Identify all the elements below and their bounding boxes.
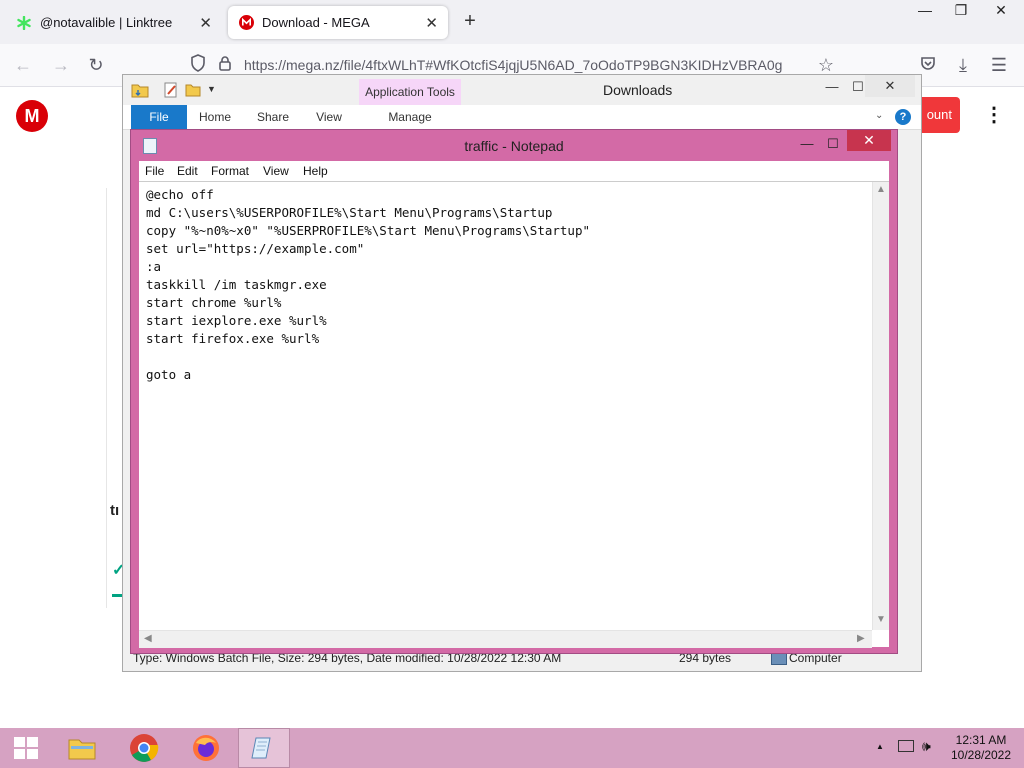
notepad-app-icon (251, 737, 271, 759)
notepad-content[interactable]: @echo off md C:\users\%USERPOROFILE%\Sta… (146, 186, 590, 384)
restore-icon[interactable]: ❐ (944, 0, 978, 20)
new-folder-icon[interactable] (185, 82, 201, 98)
linktree-icon (16, 15, 32, 31)
ribbon-tab-manage[interactable]: Manage (377, 105, 443, 129)
browser-tab-bar: @notavalible | Linktree ✕ Download - MEG… (0, 0, 1024, 44)
notepad-maximize-icon[interactable]: ☐ (819, 134, 847, 154)
address-bar-url[interactable]: https://mega.nz/file/4ftxWLhT#WfKOtcfiS4… (244, 57, 782, 73)
firefox-icon (193, 735, 219, 761)
tab-title: @notavalible | Linktree (40, 15, 173, 30)
properties-icon[interactable] (163, 82, 179, 98)
notepad-text-area[interactable]: @echo off md C:\users\%USERPOROFILE%\Sta… (139, 181, 889, 648)
horizontal-scrollbar[interactable]: ◀ ▶ (139, 630, 872, 648)
firefox-taskbar-button[interactable] (180, 728, 232, 768)
expand-ribbon-icon[interactable]: ⌄ (875, 110, 883, 121)
ribbon-tab-share[interactable]: Share (251, 105, 295, 129)
show-hidden-icons-icon[interactable]: ▲ (876, 742, 884, 751)
menu-icon[interactable]: ☰ (988, 54, 1010, 76)
explorer-title-bar[interactable]: ▼ Application Tools Downloads — ☐ ✕ (123, 75, 921, 105)
scroll-down-icon[interactable]: ▼ (876, 614, 886, 625)
clock-time: 12:31 AM (955, 733, 1007, 747)
menu-help[interactable]: Help (303, 164, 328, 178)
menu-edit[interactable]: Edit (177, 164, 198, 178)
menu-file[interactable]: File (145, 164, 164, 178)
downloads-icon[interactable]: ⤓ (952, 54, 974, 76)
mega-logo[interactable]: M (16, 100, 48, 132)
tab-mega[interactable]: Download - MEGA ✕ (228, 6, 448, 39)
lock-icon[interactable] (214, 54, 236, 76)
ribbon-tab-view[interactable]: View (307, 105, 351, 129)
file-explorer-icon (68, 739, 96, 760)
bookmark-star-icon[interactable]: ☆ (815, 54, 837, 76)
vertical-scrollbar[interactable]: ▲ ▼ (872, 182, 889, 630)
forward-icon[interactable]: → (50, 54, 72, 76)
menu-format[interactable]: Format (211, 164, 249, 178)
reload-icon[interactable]: ↻ (85, 54, 107, 76)
notepad-taskbar-button[interactable] (238, 728, 290, 768)
menu-view[interactable]: View (263, 164, 289, 178)
explorer-ribbon-tabs: File Home Share View Manage ⌄ ? (123, 105, 921, 130)
network-icon[interactable] (898, 740, 914, 752)
file-explorer-taskbar-button[interactable] (56, 728, 108, 768)
application-tools-label: Application Tools (359, 79, 461, 105)
notepad-title-bar[interactable]: traffic - Notepad — ☐ ✕ (131, 130, 897, 161)
pocket-icon[interactable] (917, 54, 939, 76)
start-button[interactable] (0, 728, 52, 768)
explorer-close-icon[interactable]: ✕ (865, 75, 915, 97)
taskbar-clock[interactable]: 12:31 AM 10/28/2022 (944, 733, 1018, 763)
minimize-icon[interactable]: — (908, 0, 942, 20)
scroll-up-icon[interactable]: ▲ (876, 184, 886, 195)
chrome-taskbar-button[interactable] (118, 728, 170, 768)
ribbon-tab-file[interactable]: File (131, 105, 187, 129)
shield-icon[interactable] (187, 54, 209, 76)
scroll-left-icon[interactable]: ◀ (144, 633, 152, 644)
tab-linktree[interactable]: @notavalible | Linktree ✕ (6, 6, 222, 39)
close-tab-icon[interactable]: ✕ (199, 14, 212, 32)
explorer-title: Downloads (603, 82, 673, 98)
windows-logo-icon (14, 737, 38, 759)
volume-icon[interactable]: 🕪 (922, 738, 931, 755)
notepad-title: traffic - Notepad (464, 138, 564, 154)
close-tab-icon[interactable]: ✕ (425, 14, 438, 32)
close-window-icon[interactable]: ✕ (984, 0, 1018, 20)
ribbon-tab-home[interactable]: Home (193, 105, 237, 129)
tab-title: Download - MEGA (262, 15, 370, 30)
more-options-icon[interactable]: ⋮ (984, 104, 1004, 128)
chevron-down-icon[interactable]: ▼ (207, 84, 216, 94)
mega-icon (238, 15, 254, 31)
help-icon[interactable]: ? (895, 109, 911, 125)
taskbar: ▲ 🕪 (0, 728, 1024, 768)
notepad-window[interactable]: traffic - Notepad — ☐ ✕ File Edit Format… (130, 129, 898, 654)
notepad-menu-bar: File Edit Format View Help (139, 161, 889, 181)
notepad-close-icon[interactable]: ✕ (847, 130, 891, 151)
chrome-icon (130, 734, 159, 762)
notepad-minimize-icon[interactable]: — (793, 134, 821, 154)
clock-date: 10/28/2022 (950, 748, 1012, 762)
folder-icon (131, 82, 149, 98)
back-icon[interactable]: ← (12, 54, 34, 76)
new-tab-button[interactable]: + (460, 10, 480, 34)
file-name-fragment: tı (110, 502, 120, 519)
scroll-right-icon[interactable]: ▶ (857, 633, 865, 644)
